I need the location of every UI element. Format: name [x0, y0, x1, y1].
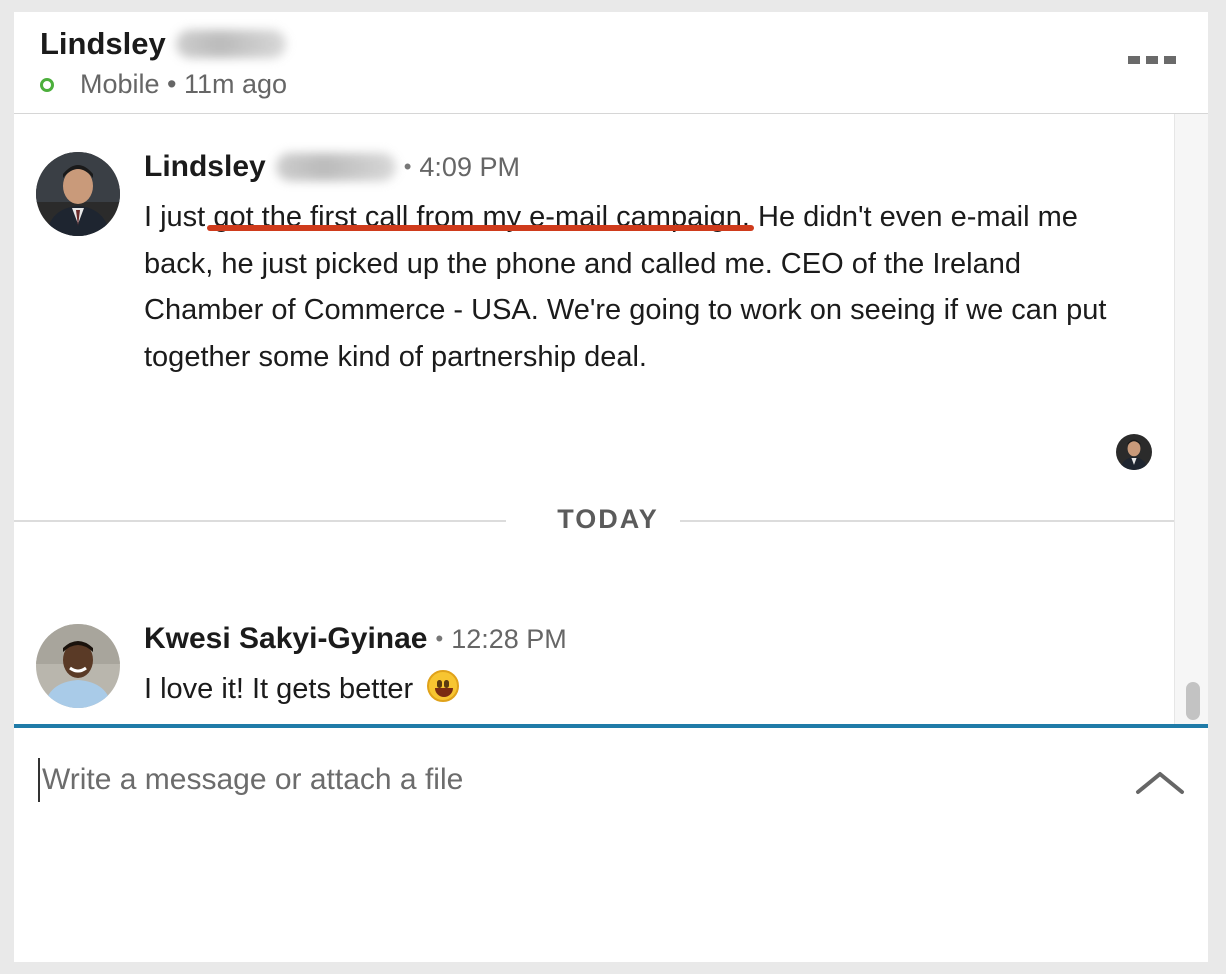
sender-avatar[interactable] — [36, 152, 120, 236]
message-time: 4:09 PM — [419, 151, 520, 182]
divider-label: TODAY — [557, 504, 659, 534]
message-time: 12:28 PM — [451, 623, 567, 654]
message-text-before: I just — [144, 201, 214, 233]
presence-status: Mobile • 11m ago — [40, 69, 287, 100]
online-status-icon — [40, 77, 54, 92]
message-list: Lindsley • 4:09 PM I just got the first … — [14, 114, 1174, 724]
scrollbar-thumb[interactable] — [1186, 682, 1200, 720]
message-body: I just got the first call from my e-mail… — [144, 194, 1134, 380]
message-body: I love it! It gets better — [144, 666, 1134, 713]
messaging-window: Lindsley Mobile • 11m ago Lindsley • 4:0… — [14, 12, 1208, 962]
conversation-header: Lindsley Mobile • 11m ago — [14, 12, 1208, 114]
sender-name[interactable]: Lindsley — [144, 150, 266, 184]
message-input[interactable] — [38, 758, 1098, 802]
message-text: I love it! It gets better — [144, 673, 414, 705]
message-scrollbar[interactable] — [1174, 114, 1208, 724]
time-separator: • — [435, 626, 444, 651]
read-receipt-avatar — [1116, 434, 1152, 470]
grinning-face-emoji-icon — [427, 670, 460, 702]
redacted-sender-last-name — [275, 153, 396, 181]
presence-text: Mobile • 11m ago — [80, 69, 288, 99]
divider-line-left — [14, 520, 506, 522]
message-sender: Lindsley • 4:09 PM — [144, 150, 520, 184]
annotated-phrase: got the first call from my e-mail campai… — [207, 201, 754, 233]
message-sender: Kwesi Sakyi-Gyinae • 12:28 PM — [144, 622, 567, 656]
red-underline-annotation — [207, 225, 754, 231]
date-divider: TODAY — [14, 502, 1174, 538]
sender-avatar[interactable] — [36, 624, 120, 708]
chevron-up-icon[interactable] — [1134, 768, 1186, 798]
sender-name[interactable]: Kwesi Sakyi-Gyinae — [144, 622, 427, 656]
contact-first-name: Lindsley — [40, 26, 166, 61]
more-options-icon[interactable] — [1128, 56, 1176, 64]
contact-name[interactable]: Lindsley — [40, 26, 286, 62]
time-separator: • — [403, 154, 412, 179]
redacted-last-name — [175, 30, 286, 58]
message-composer — [14, 724, 1208, 962]
divider-line-right — [680, 520, 1174, 522]
